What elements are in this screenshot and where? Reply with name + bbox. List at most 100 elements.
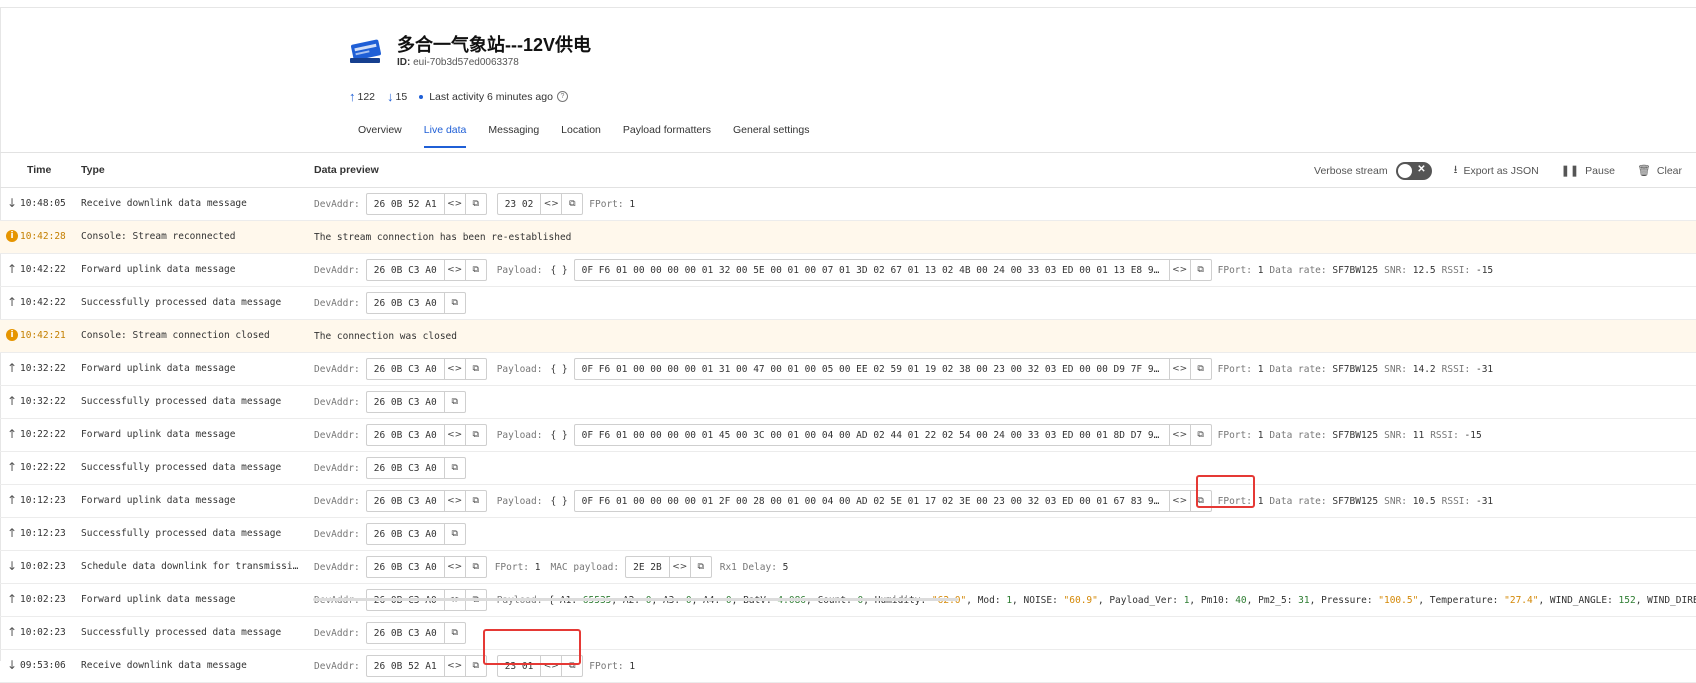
devaddr-label: DevAddr: [314, 660, 360, 672]
tab-payload-formatters[interactable]: Payload formatters [623, 124, 711, 148]
decoded-key: Payload_Ver: [1109, 594, 1184, 606]
column-header-type: Type [81, 164, 105, 176]
code-toggle-icon[interactable]: <> [443, 359, 465, 379]
devaddr-value: 26 0B C3 A0 [373, 429, 437, 441]
copy-icon[interactable]: ⧉ [464, 359, 486, 379]
payload-label: Payload: [496, 495, 543, 507]
decoded-value: 40 [1235, 594, 1247, 606]
tab-messaging[interactable]: Messaging [488, 124, 539, 148]
pause-button[interactable]: ❚❚ Pause [1561, 164, 1615, 178]
rssi-field: RSSI: -15 [1441, 264, 1494, 276]
column-header-preview: Data preview [314, 164, 379, 176]
code-toggle-icon[interactable]: <> [443, 260, 465, 280]
devaddr-value: 26 0B C3 A0 [373, 462, 437, 474]
code-toggle-icon[interactable]: <> [443, 425, 465, 445]
tab-overview[interactable]: Overview [358, 124, 402, 148]
table-row[interactable]: ↑ 10:42:22 Successfully processed data m… [0, 287, 1696, 320]
table-row[interactable]: ↑ 10:32:22 Forward uplink data message D… [0, 353, 1696, 386]
payload-label: Payload: [496, 429, 543, 441]
copy-icon[interactable]: ⧉ [464, 557, 486, 577]
decoded-key: NOISE: [1023, 594, 1064, 606]
code-toggle-icon[interactable]: <> [1168, 359, 1190, 379]
help-icon[interactable]: ? [556, 91, 568, 102]
braces-icon[interactable]: { } [550, 430, 567, 441]
stream-actions: Verbose stream ✕ ⭳ Export as JSON ❚❚ Pause… [1292, 161, 1682, 180]
last-activity: Last activity 6 minutes ago? [419, 91, 568, 103]
row-time: 09:53:06 [20, 660, 66, 671]
devaddr-value: 26 0B C3 A0 [373, 396, 437, 408]
code-toggle-icon[interactable]: <> [443, 557, 465, 577]
braces-icon[interactable]: { } [550, 364, 567, 375]
copy-icon[interactable]: ⧉ [464, 425, 486, 445]
payload-box: 0F F6 01 00 00 00 00 01 45 00 3C 00 01 0… [573, 424, 1212, 446]
table-row[interactable]: i 10:42:28 Console: Stream reconnected T… [0, 221, 1696, 254]
clear-button[interactable]: 🗑 Clear [1637, 164, 1682, 178]
table-row[interactable]: i 10:42:21 Console: Stream connection cl… [0, 320, 1696, 353]
row-type: Receive downlink data message [81, 660, 247, 671]
copy-icon[interactable]: ⧉ [1189, 359, 1211, 379]
code-toggle-icon[interactable]: <> [1168, 260, 1190, 280]
copy-icon[interactable]: ⧉ [1189, 491, 1211, 511]
preview-text: The connection was closed [314, 330, 457, 342]
copy-icon[interactable]: ⧉ [443, 458, 465, 478]
fport-field: FPort: 1 [589, 660, 636, 672]
fport-field: FPort: 1 [1217, 264, 1264, 276]
code-toggle-icon[interactable]: <> [540, 656, 561, 676]
copy-icon[interactable]: ⧉ [443, 524, 465, 544]
warning-icon: i [6, 230, 18, 242]
copy-icon[interactable]: ⧉ [464, 194, 486, 214]
row-type: Console: Stream connection closed [81, 330, 270, 341]
table-row[interactable]: ↑ 10:42:22 Forward uplink data message D… [0, 254, 1696, 287]
tab-location[interactable]: Location [561, 124, 601, 148]
decoded-value: 152 [1618, 594, 1636, 606]
device-tabs: Overview Live data Messaging Location Pa… [349, 124, 820, 148]
copy-icon[interactable]: ⧉ [464, 491, 486, 511]
code-toggle-icon[interactable]: <> [1168, 425, 1190, 445]
uplink-count: ↑ 122 [349, 89, 376, 104]
copy-icon[interactable]: ⧉ [464, 656, 486, 676]
braces-icon[interactable]: { } [550, 496, 567, 507]
copy-icon[interactable]: ⧉ [561, 194, 582, 214]
arrow-down-icon: ↓ [7, 658, 18, 672]
code-toggle-icon[interactable]: <> [1168, 491, 1190, 511]
table-row[interactable]: ↑ 10:22:22 Forward uplink data message D… [0, 419, 1696, 452]
copy-icon[interactable]: ⧉ [443, 392, 465, 412]
tab-general-settings[interactable]: General settings [733, 124, 809, 148]
code-toggle-icon[interactable]: <> [443, 656, 465, 676]
code-toggle-icon[interactable]: <> [668, 557, 690, 577]
code-toggle-icon[interactable]: <> [540, 194, 561, 214]
copy-icon[interactable]: ⧉ [1189, 425, 1211, 445]
table-row[interactable]: ↑ 10:22:22 Successfully processed data m… [0, 452, 1696, 485]
table-row[interactable]: ↓ 10:02:23 Schedule data downlink for tr… [0, 551, 1696, 584]
copy-icon[interactable]: ⧉ [1189, 260, 1211, 280]
copy-icon[interactable]: ⧉ [443, 293, 465, 313]
table-row[interactable]: ↑ 10:02:23 Successfully processed data m… [0, 617, 1696, 650]
row-time: 10:42:21 [20, 330, 66, 341]
copy-icon[interactable]: ⧉ [561, 656, 582, 676]
devaddr-value: 26 0B C3 A0 [373, 264, 437, 276]
table-row[interactable]: ↓ 10:48:05 Receive downlink data message… [0, 188, 1696, 221]
copy-icon[interactable]: ⧉ [464, 260, 486, 280]
code-toggle-icon[interactable]: <> [443, 491, 465, 511]
export-json-button[interactable]: ⭳ Export as JSON [1454, 161, 1539, 180]
code-toggle-icon[interactable]: <> [443, 194, 465, 214]
table-row[interactable]: ↓ 09:53:06 Receive downlink data message… [0, 650, 1696, 683]
tab-live-data[interactable]: Live data [423, 124, 467, 148]
row-time: 10:42:28 [20, 231, 66, 242]
verbose-stream-toggle[interactable]: Verbose stream ✕ [1314, 161, 1432, 180]
table-row[interactable]: ↑ 10:12:23 Forward uplink data message D… [0, 485, 1696, 518]
copy-icon[interactable]: ⧉ [443, 623, 465, 643]
toggle-switch[interactable]: ✕ [1395, 161, 1432, 180]
arrow-down-icon: ↓ [7, 559, 18, 573]
devaddr-label: DevAddr: [314, 627, 360, 639]
row-preview: The stream connection has been re-establ… [314, 226, 571, 248]
horizontal-scrollbar[interactable] [313, 598, 958, 601]
mac-payload-value: 2E 2B [633, 561, 662, 573]
devaddr-value: 26 0B C3 A0 [373, 627, 437, 639]
payload-box: 0F F6 01 00 00 00 00 01 32 00 5E 00 01 0… [573, 259, 1212, 281]
copy-icon[interactable]: ⧉ [689, 557, 711, 577]
table-row[interactable]: ↑ 10:32:22 Successfully processed data m… [0, 386, 1696, 419]
table-row[interactable]: ↑ 10:12:23 Successfully processed data m… [0, 518, 1696, 551]
decoded-value: 31 [1298, 594, 1310, 606]
braces-icon[interactable]: { } [550, 265, 567, 276]
